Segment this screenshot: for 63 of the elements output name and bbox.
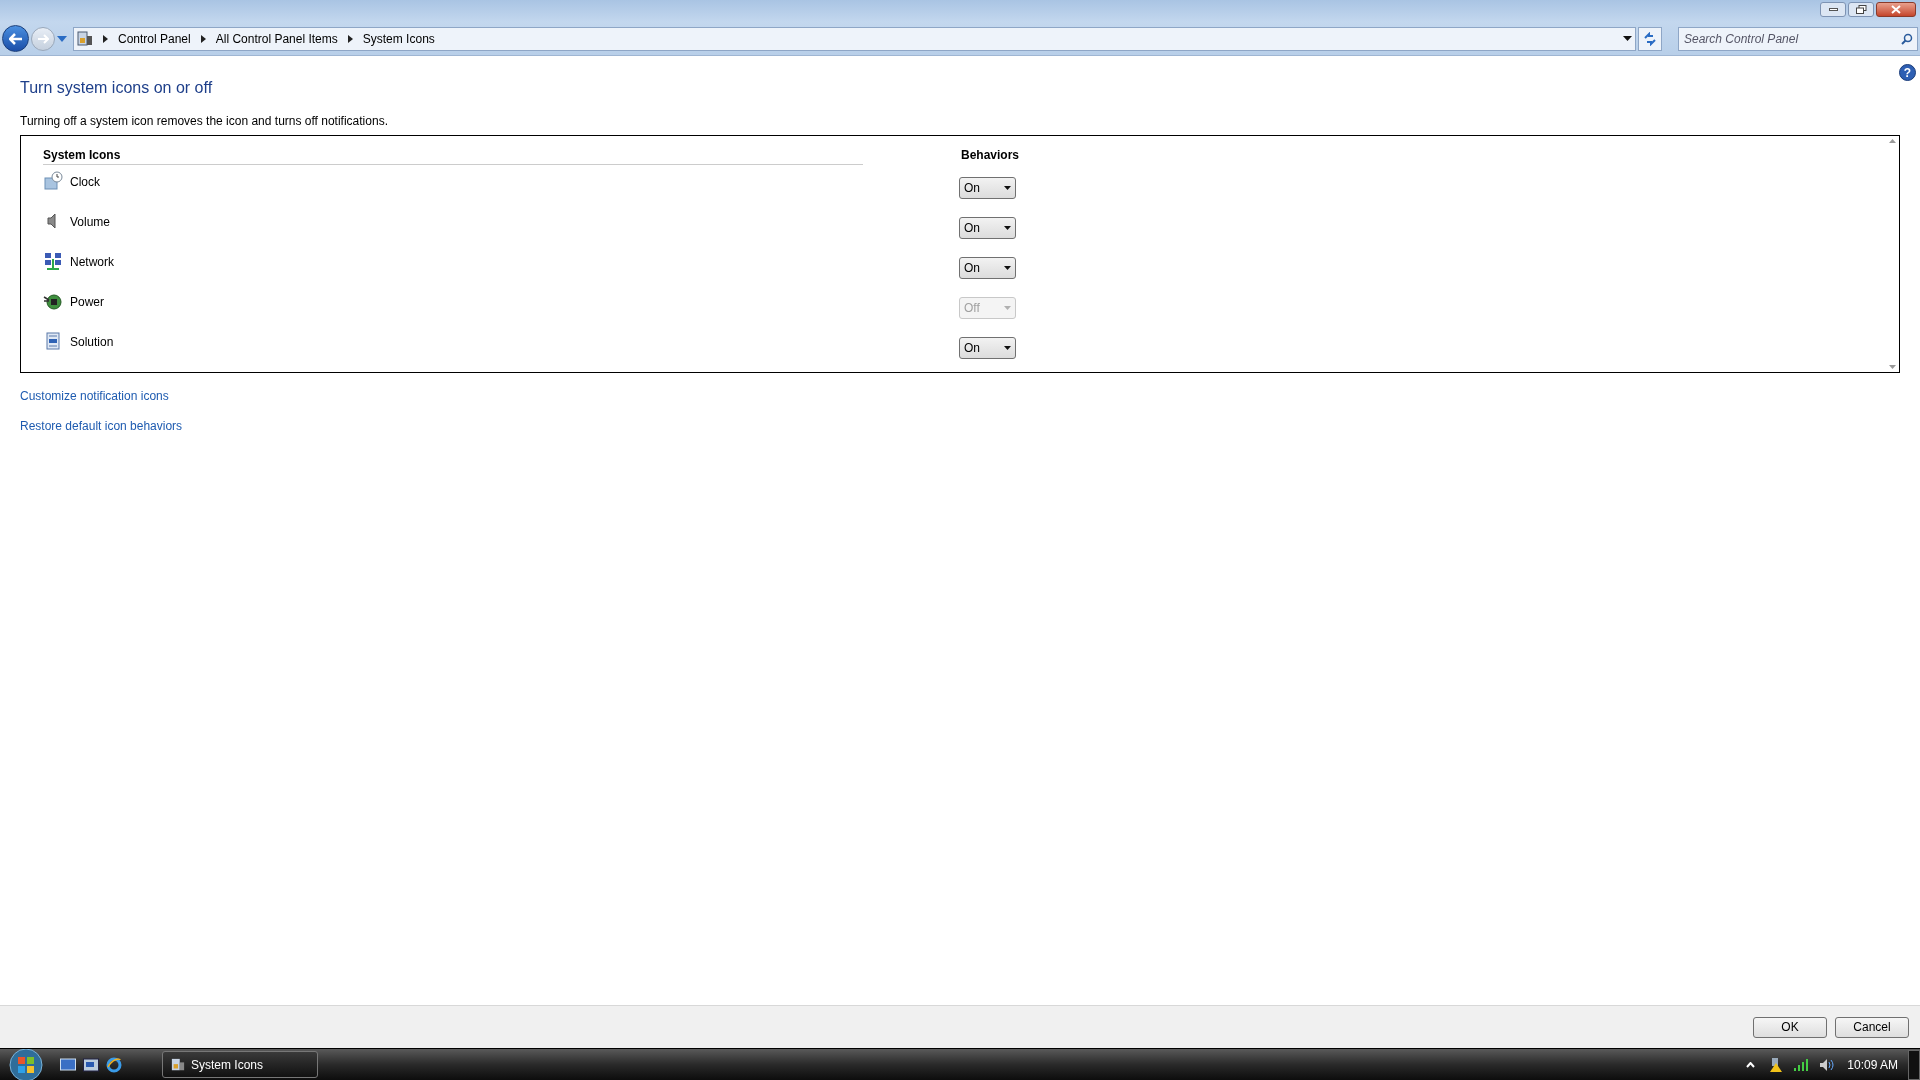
chevron-right-icon[interactable] — [103, 34, 108, 43]
flag-list-icon — [43, 331, 63, 351]
restore-icon — [1855, 5, 1867, 14]
icon-name: Solution — [70, 334, 114, 351]
scroll-down-icon[interactable] — [1888, 365, 1896, 369]
caret-down-icon — [1004, 266, 1011, 270]
back-button[interactable] — [2, 25, 29, 52]
caret-down-icon — [1004, 186, 1011, 190]
chevron-right-icon[interactable] — [347, 34, 353, 43]
desktop-icon[interactable] — [60, 1057, 76, 1072]
minimize-icon — [1828, 8, 1838, 11]
warning-icon[interactable] — [1769, 1056, 1784, 1073]
link[interactable]: Restore default icon behaviors — [20, 417, 183, 435]
search-icon[interactable] — [1901, 32, 1913, 45]
caret-down-icon — [1004, 306, 1011, 310]
taskbar-button[interactable]: System Icons — [162, 1051, 318, 1078]
breadcrumb-link[interactable]: Control Panel — [118, 29, 191, 48]
control-panel-icon — [77, 30, 93, 47]
refresh-icon — [1643, 31, 1657, 46]
description-text: Turning off a system icon removes the icon and turns off notifications. — [20, 113, 389, 130]
close-button[interactable] — [1876, 2, 1916, 17]
column-header: Behaviors — [961, 147, 1020, 164]
refresh-button[interactable] — [1638, 26, 1662, 51]
dropdown-arrow-icon[interactable] — [1623, 36, 1632, 41]
start-button[interactable] — [6, 1048, 46, 1080]
caret-down-icon — [1004, 346, 1011, 350]
behavior-dropdown[interactable]: On — [959, 257, 1016, 279]
windows-icon[interactable] — [83, 1057, 99, 1072]
clock-icon — [43, 171, 63, 191]
address-bar[interactable]: Control Panel All Control Panel Items System Icons — [73, 26, 1636, 51]
search-field[interactable]: Search Control Panel — [1678, 26, 1918, 51]
minimize-button[interactable] — [1820, 2, 1846, 17]
left-arrow-icon — [8, 32, 23, 45]
behavior-dropdown[interactable]: On — [959, 217, 1016, 239]
clock-text[interactable]: 10:09 AM — [1847, 1055, 1898, 1074]
page-heading: Turn system icons on or off — [20, 78, 214, 98]
plug-icon — [43, 291, 63, 311]
breadcrumb-link[interactable]: System Icons — [362, 29, 435, 48]
show-desktop-button[interactable] — [1908, 1049, 1920, 1080]
chevron-right-icon[interactable] — [200, 34, 206, 43]
behavior-dropdown[interactable]: On — [959, 337, 1016, 359]
icon-name: Volume — [70, 214, 111, 231]
dialog-button[interactable]: Cancel — [1835, 1016, 1909, 1038]
browser-icon[interactable] — [106, 1056, 122, 1073]
close-icon — [1891, 5, 1901, 14]
scroll-up-icon[interactable] — [1888, 139, 1896, 143]
right-arrow-icon — [37, 33, 49, 44]
help-button[interactable]: ? — [1899, 64, 1916, 81]
breadcrumb-link[interactable]: All Control Panel Items — [215, 29, 338, 48]
network-icon — [43, 251, 63, 271]
behavior-dropdown[interactable]: On — [959, 177, 1016, 199]
chevron-up-icon[interactable] — [1746, 1061, 1756, 1068]
column-header: System Icons — [43, 146, 863, 165]
link[interactable]: Customize notification icons — [20, 387, 169, 405]
dialog-button[interactable]: OK — [1753, 1016, 1827, 1038]
icon-name: Clock — [70, 174, 100, 191]
signal-bars-icon[interactable] — [1793, 1057, 1810, 1072]
speaker-icon[interactable] — [1819, 1057, 1836, 1072]
restore-button[interactable] — [1848, 2, 1874, 17]
icon-name: Network — [70, 254, 114, 271]
control-panel-icon — [171, 1057, 185, 1072]
caret-down-icon — [1004, 226, 1011, 230]
icon-name: Power — [70, 294, 104, 311]
